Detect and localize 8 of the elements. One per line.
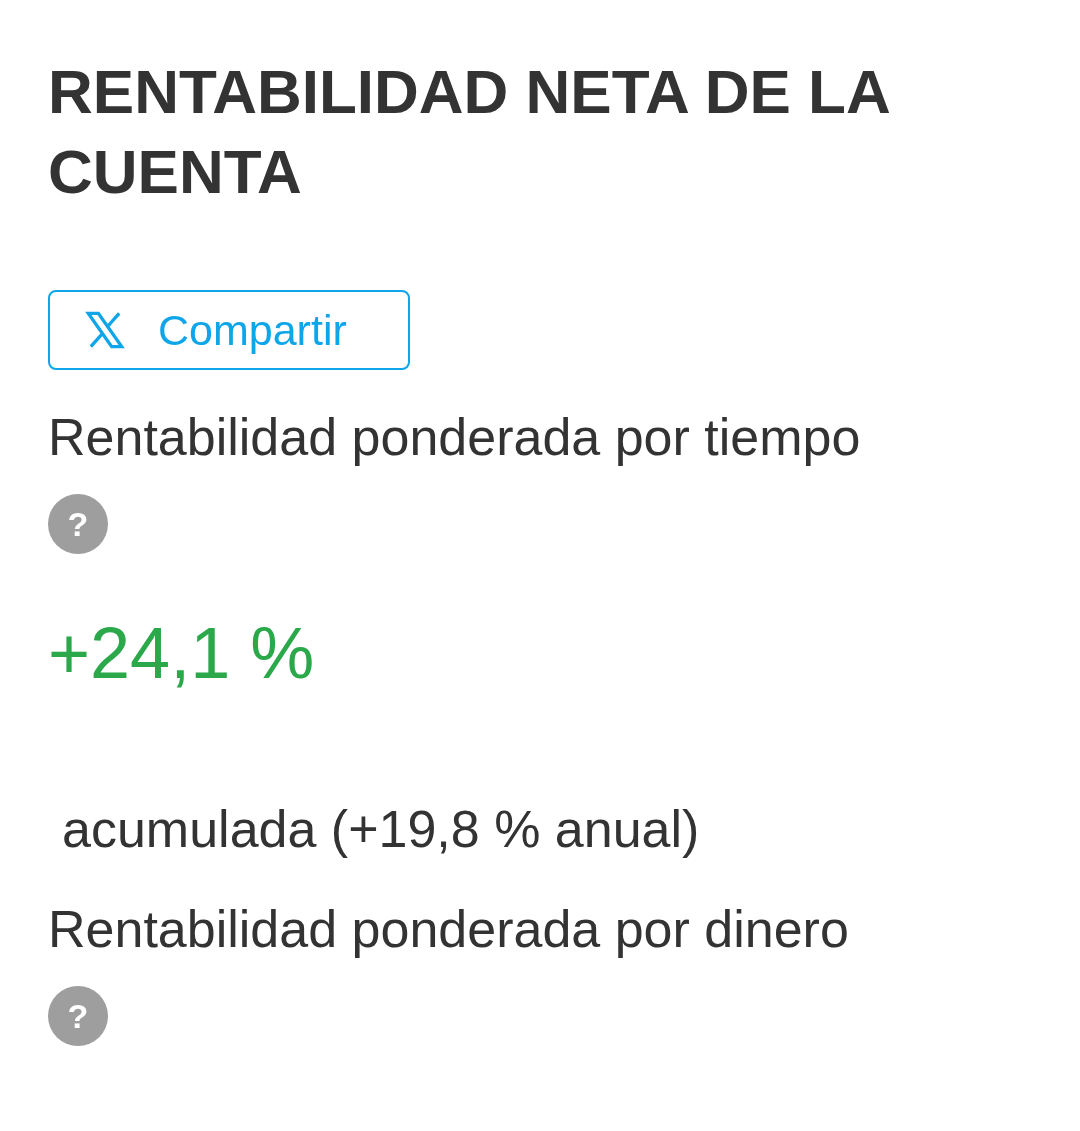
section-title: RENTABILIDAD NETA DE LA CUENTA (48, 56, 890, 208)
share-button[interactable]: Compartir (48, 290, 410, 370)
metric-value: +24,1 % (48, 612, 316, 695)
metric-label: Rentabilidad ponderada por dinero (48, 899, 850, 960)
metric-note: acumulada (+19,8 % anual) (61, 799, 701, 860)
help-icon[interactable]: ? (48, 986, 108, 1046)
metric-label: Rentabilidad ponderada por tiempo (48, 407, 862, 468)
help-icon[interactable]: ? (48, 494, 108, 554)
